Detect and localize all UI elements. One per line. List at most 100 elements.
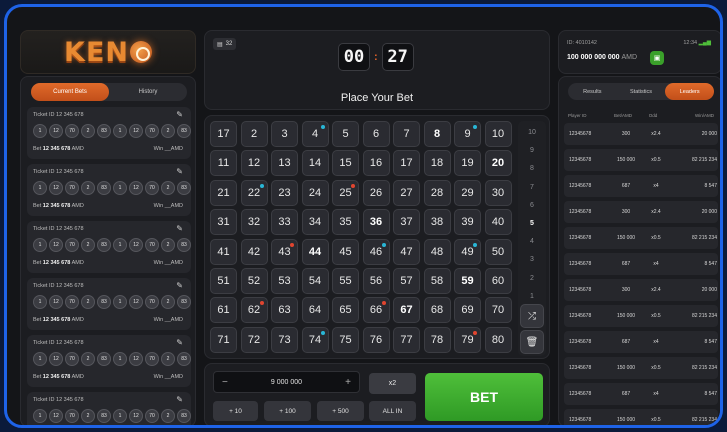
number-cell[interactable]: 64 — [301, 297, 329, 324]
clear-button[interactable]: 🗑 — [520, 330, 544, 354]
number-cell[interactable]: 13 — [271, 150, 298, 177]
add-500-button[interactable]: + 500 — [317, 401, 364, 421]
number-cell[interactable]: 69 — [454, 297, 481, 324]
number-cell[interactable]: 63 — [271, 297, 298, 324]
tab-history[interactable]: History — [109, 83, 187, 101]
add-100-button[interactable]: + 100 — [264, 401, 311, 421]
bet-amount-field[interactable]: − 9 000 000 + — [213, 371, 360, 393]
number-cell[interactable]: 53 — [271, 267, 298, 294]
number-cell[interactable]: 61 — [210, 297, 237, 324]
bet-amount-value[interactable]: 9 000 000 — [271, 379, 302, 386]
number-cell[interactable]: 12 — [240, 150, 268, 177]
number-cell[interactable]: 66 — [362, 297, 390, 324]
decrease-button[interactable]: − — [222, 377, 228, 388]
number-cell[interactable]: 5 — [332, 121, 359, 147]
number-cell[interactable]: 59 — [454, 267, 481, 294]
number-cell[interactable]: 20 — [484, 150, 512, 177]
number-cell[interactable]: 43 — [271, 238, 298, 265]
number-cell[interactable]: 28 — [423, 179, 451, 206]
number-cell[interactable]: 62 — [240, 297, 268, 324]
number-cell[interactable]: 9 — [454, 121, 481, 147]
number-cell[interactable]: 30 — [484, 179, 512, 206]
number-cell[interactable]: 55 — [332, 267, 359, 294]
number-cell[interactable]: 67 — [393, 297, 420, 324]
edit-pencil-icon[interactable]: ✎ — [176, 395, 183, 404]
number-cell[interactable]: 6 — [362, 121, 390, 147]
number-cell[interactable]: 46 — [362, 238, 390, 265]
number-cell[interactable]: 2 — [240, 121, 268, 147]
tab-statistics[interactable]: Statistics — [617, 83, 666, 100]
number-cell[interactable]: 18 — [423, 150, 451, 177]
number-cell[interactable]: 71 — [210, 326, 237, 353]
increase-button[interactable]: + — [345, 377, 351, 388]
tab-results[interactable]: Results — [568, 83, 617, 100]
number-cell[interactable]: 17 — [210, 121, 237, 147]
number-cell[interactable]: 14 — [301, 150, 329, 177]
number-cell[interactable]: 49 — [454, 238, 481, 265]
number-cell[interactable]: 7 — [393, 121, 420, 147]
add-10-button[interactable]: + 10 — [213, 401, 258, 421]
number-cell[interactable]: 10 — [484, 121, 512, 147]
bet-button[interactable]: BET — [425, 373, 543, 421]
number-cell[interactable]: 35 — [332, 209, 359, 236]
number-cell[interactable]: 39 — [454, 209, 481, 236]
number-cell[interactable]: 8 — [423, 121, 451, 147]
number-cell[interactable]: 70 — [484, 297, 512, 324]
number-cell[interactable]: 47 — [393, 238, 420, 265]
number-cell[interactable]: 27 — [393, 179, 420, 206]
all-in-button[interactable]: ALL IN — [369, 401, 416, 421]
number-cell[interactable]: 36 — [362, 209, 390, 236]
number-cell[interactable]: 76 — [362, 326, 390, 353]
number-cell[interactable]: 16 — [362, 150, 390, 177]
number-cell[interactable]: 72 — [240, 326, 268, 353]
number-cell[interactable]: 24 — [301, 179, 329, 206]
number-cell[interactable]: 31 — [210, 209, 237, 236]
number-cell[interactable]: 40 — [484, 209, 512, 236]
number-cell[interactable]: 80 — [484, 326, 512, 353]
number-cell[interactable]: 29 — [454, 179, 481, 206]
number-cell[interactable]: 51 — [210, 267, 237, 294]
number-cell[interactable]: 68 — [423, 297, 451, 324]
number-cell[interactable]: 78 — [423, 326, 451, 353]
number-cell[interactable]: 4 — [301, 121, 329, 147]
number-cell[interactable]: 58 — [423, 267, 451, 294]
edit-pencil-icon[interactable]: ✎ — [176, 224, 183, 233]
number-cell[interactable]: 17 — [393, 150, 420, 177]
number-cell[interactable]: 56 — [362, 267, 390, 294]
number-cell[interactable]: 37 — [393, 209, 420, 236]
edit-pencil-icon[interactable]: ✎ — [176, 110, 183, 119]
number-cell[interactable]: 45 — [332, 238, 359, 265]
number-cell[interactable]: 22 — [240, 179, 268, 206]
shuffle-button[interactable]: ⤮ — [520, 304, 544, 328]
number-cell[interactable]: 23 — [271, 179, 298, 206]
wallet-icon[interactable]: ▣ — [650, 51, 664, 65]
number-cell[interactable]: 25 — [332, 179, 359, 206]
number-cell[interactable]: 15 — [332, 150, 359, 177]
number-cell[interactable]: 52 — [240, 267, 268, 294]
number-cell[interactable]: 54 — [301, 267, 329, 294]
number-cell[interactable]: 21 — [210, 179, 237, 206]
number-cell[interactable]: 48 — [423, 238, 451, 265]
number-cell[interactable]: 50 — [484, 238, 512, 265]
number-cell[interactable]: 74 — [301, 326, 329, 353]
number-cell[interactable]: 3 — [271, 121, 298, 147]
number-cell[interactable]: 79 — [454, 326, 481, 353]
number-cell[interactable]: 57 — [393, 267, 420, 294]
number-cell[interactable]: 75 — [332, 326, 359, 353]
edit-pencil-icon[interactable]: ✎ — [176, 281, 183, 290]
number-cell[interactable]: 65 — [332, 297, 359, 324]
number-cell[interactable]: 19 — [454, 150, 481, 177]
number-cell[interactable]: 33 — [271, 209, 298, 236]
number-cell[interactable]: 44 — [301, 238, 329, 265]
tab-leaders[interactable]: Leaders — [665, 83, 715, 100]
number-cell[interactable]: 34 — [301, 209, 329, 236]
double-button[interactable]: x2 — [369, 373, 416, 394]
number-cell[interactable]: 77 — [393, 326, 420, 353]
number-cell[interactable]: 32 — [240, 209, 268, 236]
number-cell[interactable]: 60 — [484, 267, 512, 294]
edit-pencil-icon[interactable]: ✎ — [176, 167, 183, 176]
number-cell[interactable]: 41 — [210, 238, 237, 265]
edit-pencil-icon[interactable]: ✎ — [176, 338, 183, 347]
number-cell[interactable]: 26 — [362, 179, 390, 206]
number-cell[interactable]: 11 — [210, 150, 237, 177]
